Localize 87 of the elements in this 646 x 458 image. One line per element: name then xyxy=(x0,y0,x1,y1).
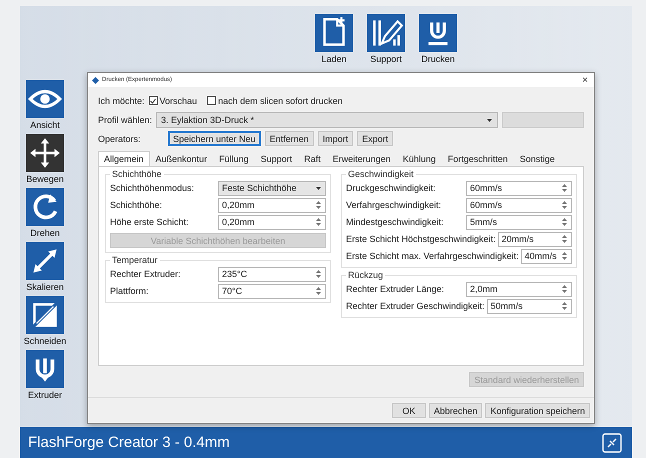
rotate-icon xyxy=(26,188,64,226)
field-label: Mindestgeschwindigkeit: xyxy=(346,217,445,227)
number-field[interactable]: 50mm/s xyxy=(486,298,572,314)
field-label: Rechter Extruder Geschwindigkeit: xyxy=(346,301,485,311)
operator-button[interactable]: Entfernen xyxy=(264,131,314,146)
group-title: Temperatur xyxy=(111,255,159,265)
group-title: Rückzug xyxy=(347,270,384,280)
field-label: Höhe erste Schicht: xyxy=(110,217,190,227)
tool-button[interactable]: Drehen xyxy=(26,188,64,238)
spin-arrows-icon[interactable] xyxy=(561,250,568,262)
field-label: Rechter Extruder Länge: xyxy=(346,284,446,294)
tool-button[interactable]: Extruder xyxy=(26,350,64,400)
number-field[interactable]: 235°C xyxy=(218,266,326,282)
number-field[interactable]: 60mm/s xyxy=(466,180,572,196)
number-field[interactable]: 5mm/s xyxy=(466,214,572,230)
spin-arrows-icon[interactable] xyxy=(561,199,568,211)
spin-arrows-icon[interactable] xyxy=(561,182,568,194)
spin-arrows-icon[interactable] xyxy=(315,285,322,297)
number-field[interactable]: 70°C xyxy=(218,284,326,298)
settings-tab[interactable]: Kühlung xyxy=(396,151,442,166)
spin-arrows-icon[interactable] xyxy=(561,283,568,295)
tool-button[interactable]: Schneiden xyxy=(24,296,66,346)
link-icon[interactable] xyxy=(602,432,622,452)
tool-button[interactable]: Support xyxy=(367,14,405,64)
spin-arrows-icon[interactable] xyxy=(561,216,568,228)
dialog-button[interactable]: OK xyxy=(392,403,426,418)
field-label: Erste Schicht max. Verfahrgeschwindigkeit: xyxy=(346,251,519,261)
spin-arrows-icon[interactable] xyxy=(315,199,322,211)
eye-icon xyxy=(26,80,64,118)
support-pencil-icon xyxy=(367,14,405,52)
settings-tab[interactable]: Erweiterungen xyxy=(326,151,397,166)
printer-name: FlashForge Creator 3 - 0.4mm xyxy=(28,434,230,451)
settings-tab[interactable]: Support xyxy=(254,151,298,166)
number-field[interactable]: 20mm/s xyxy=(498,232,572,246)
number-field[interactable]: 0,20mm xyxy=(218,198,326,212)
field-label: Druckgeschwindigkeit: xyxy=(346,183,437,193)
nozzle-icon xyxy=(419,14,457,52)
tool-button[interactable]: Laden xyxy=(315,14,353,64)
checkbox-option[interactable]: Vorschau xyxy=(148,96,198,106)
spin-arrows-icon[interactable] xyxy=(315,268,322,280)
operator-button[interactable]: Speichern unter Neu xyxy=(168,131,261,146)
number-field[interactable]: 60mm/s xyxy=(466,198,572,212)
move-arrows-icon xyxy=(26,134,64,172)
field-label: Erste Schicht Höchstgeschwindigkeit: xyxy=(346,234,496,244)
checkbox-option[interactable]: nach dem slicen sofort drucken xyxy=(207,96,343,106)
close-button[interactable]: × xyxy=(582,74,588,86)
nozzle-icon xyxy=(26,350,64,388)
settings-tab[interactable]: Fortgeschritten xyxy=(442,151,514,166)
settings-tab[interactable]: Sonstige xyxy=(514,151,561,166)
field-label: Operators: xyxy=(98,134,142,144)
field-label: Verfahrgeschwindigkeit: xyxy=(346,200,442,210)
tool-button[interactable]: Ansicht xyxy=(26,80,64,130)
field-label: Rechter Extruder: xyxy=(110,269,182,279)
dialog-button[interactable]: Abbrechen xyxy=(428,403,482,418)
settings-tab[interactable]: Raft xyxy=(298,151,327,166)
number-field[interactable]: 2,0mm xyxy=(466,282,572,296)
operator-button[interactable]: Import xyxy=(318,131,354,146)
settings-tab[interactable]: Allgemein xyxy=(98,151,150,166)
cut-square-icon xyxy=(26,296,64,334)
settings-tab[interactable]: Außenkontur xyxy=(150,151,214,166)
checkbox[interactable] xyxy=(148,96,158,105)
number-field[interactable]: 40mm/s xyxy=(520,248,572,264)
number-field[interactable]: 0,20mm xyxy=(218,214,326,230)
field-label: Schichthöhenmodus: xyxy=(110,183,196,193)
tool-button[interactable]: Bewegen xyxy=(26,134,64,184)
app-icon xyxy=(92,76,99,84)
tool-button[interactable]: Drucken xyxy=(419,14,457,64)
settings-tab[interactable]: Füllung xyxy=(213,151,255,166)
dropdown-arrow-icon xyxy=(315,185,322,191)
checkbox[interactable] xyxy=(207,96,216,105)
group-title: Geschwindigkeit xyxy=(347,169,415,179)
profile-select[interactable]: 3. Eylaktion 3D-Druck * xyxy=(156,112,498,128)
file-icon xyxy=(315,14,353,52)
spin-arrows-icon[interactable] xyxy=(315,216,322,228)
select-field[interactable]: Feste Schichthöhe xyxy=(218,180,326,196)
tool-button[interactable]: Skalieren xyxy=(26,242,64,292)
check-icon xyxy=(150,98,156,104)
field-label: Plattform: xyxy=(110,286,150,296)
spin-arrows-icon[interactable] xyxy=(561,233,568,245)
dropdown-arrow-icon xyxy=(486,116,493,122)
operator-button[interactable]: Export xyxy=(357,131,394,146)
field-label: Ich möchte: xyxy=(98,96,145,106)
spin-arrows-icon[interactable] xyxy=(561,300,568,312)
dialog-button[interactable]: Konfiguration speichern xyxy=(485,403,590,418)
group-title: Schichthöhe xyxy=(111,169,163,179)
field-label: Schichthöhe: xyxy=(110,200,164,210)
field-label: Profil wählen: xyxy=(98,114,152,124)
